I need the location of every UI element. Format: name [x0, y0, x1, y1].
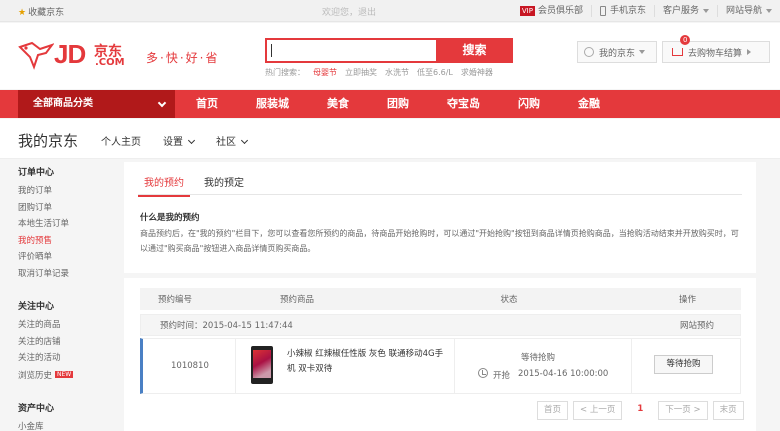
order-source: 网站预约	[679, 321, 714, 331]
order-info-bar: 预约时间：2015-04-15 11:47:44 网站预约	[140, 314, 741, 336]
top-bar: ★ 收藏京东 欢迎您，退出 VIP 会员俱乐部 手机京东 客户服务 网站导航	[0, 0, 780, 22]
header: JD 京东 .COM 多·快·好·省 搜索 热门搜索： 母婴节 立即抽奖 水洗节…	[0, 23, 780, 89]
reservation-info-panel: 我的预约 我的预定 什么是我的预约 商品预约后，在"我的预约"栏目下，您可以查看…	[124, 162, 756, 273]
column-header: 状态	[500, 295, 518, 305]
waiting-button[interactable]: 等待抢购	[654, 355, 713, 374]
table-row: 1010810 小辣椒 红辣椒任性版 灰色 联通移动4G手机 双卡双待 等待抢购…	[140, 338, 741, 394]
column-header: 操作	[678, 295, 696, 305]
pagination: 首页 < 上一页 1 下一页 > 末页	[537, 401, 744, 420]
nav-item-clothing[interactable]: 服装城	[256, 90, 289, 118]
tab-home[interactable]: 个人主页	[101, 133, 141, 148]
current-page: 1	[627, 401, 654, 420]
prev-page-button[interactable]: < 上一页	[573, 401, 623, 420]
status-text: 等待抢购	[521, 353, 556, 363]
cart-icon	[672, 48, 683, 56]
order-number[interactable]: 1010810	[171, 361, 209, 371]
user-icon	[584, 47, 594, 57]
slogan: 多·快·好·省	[146, 51, 220, 65]
product-thumbnail[interactable]	[251, 346, 273, 384]
column-header: 预约编号	[157, 295, 192, 305]
sidebar-section-title: 关注中心	[18, 302, 55, 312]
hot-keyword[interactable]: 水洗节	[385, 67, 409, 78]
next-page-button[interactable]: 下一页 >	[658, 401, 708, 420]
sidebar-section-title: 订单中心	[18, 168, 55, 178]
sitemap-menu[interactable]: 网站导航	[716, 5, 780, 17]
my-jd-nav: 个人主页 设置 社区	[101, 133, 247, 148]
community-menu[interactable]: 社区	[216, 133, 247, 148]
vip-club-link[interactable]: VIP 会员俱乐部	[512, 5, 591, 17]
text-cursor	[271, 44, 272, 57]
jd-dog-icon	[18, 41, 54, 70]
page-title[interactable]: 我的京东	[18, 130, 78, 151]
chevron-down-icon	[157, 98, 167, 108]
my-jd-subheader: 我的京东 个人主页 设置 社区	[0, 119, 780, 159]
nav-item-flash-sale[interactable]: 闪购	[518, 90, 540, 118]
sidebar: 订单中心 我的订单 团购订单 本地生活订单 我的预售 评价晒单 取消订单记录 关…	[18, 162, 118, 431]
sidebar-item-followed-events[interactable]: 关注的活动	[18, 350, 118, 367]
sidebar-item-cancelled-orders[interactable]: 取消订单记录	[18, 266, 118, 283]
new-badge: NEW	[55, 370, 74, 378]
table-header: 预约编号 预约商品 状态 操作	[140, 288, 741, 310]
divider	[138, 194, 742, 195]
last-page-button[interactable]: 末页	[712, 401, 744, 420]
nav-item-home[interactable]: 首页	[196, 90, 218, 118]
hot-keyword[interactable]: 低至6.6/L	[417, 67, 453, 78]
cart-button[interactable]: 0 去购物车结算	[662, 35, 770, 63]
main-nav: 全部商品分类 首页 服装城 美食 团购 夺宝岛 闪购 金融	[0, 90, 780, 118]
my-jd-button[interactable]: 我的京东	[577, 41, 657, 63]
chevron-down-icon	[702, 9, 709, 13]
reservation-list-panel: 预约编号 预约商品 状态 操作 预约时间：2015-04-15 11:47:44…	[124, 278, 756, 431]
cart-count-badge: 0	[680, 35, 691, 45]
customer-service-menu[interactable]: 客户服务	[653, 5, 717, 17]
hot-keyword[interactable]: 母婴节	[313, 67, 337, 78]
mobile-jd-link[interactable]: 手机京东	[590, 5, 654, 17]
first-page-button[interactable]: 首页	[537, 401, 569, 420]
nav-item-group-buy[interactable]: 团购	[387, 90, 409, 118]
sidebar-item-reviews[interactable]: 评价晒单	[18, 249, 118, 266]
clock-icon	[478, 368, 488, 378]
order-time: 预约时间：2015-04-15 11:47:44	[160, 321, 293, 331]
start-time: 2015-04-16 10:00:00	[518, 369, 609, 379]
favorite-link[interactable]: ★ 收藏京东	[18, 5, 64, 18]
settings-menu[interactable]: 设置	[163, 133, 194, 148]
start-label: 开抢	[493, 371, 511, 381]
hot-searches: 热门搜索： 母婴节 立即抽奖 水洗节 低至6.6/L 求婚神器	[265, 67, 493, 78]
faq-answer: 商品预约后，在"我的预约"栏目下，您可以查看您所预约的商品，待商品开始抢购时，可…	[140, 229, 739, 253]
sidebar-item-my-orders[interactable]: 我的订单	[18, 183, 118, 200]
vip-tag: VIP	[519, 6, 535, 16]
nav-item-treasure-island[interactable]: 夺宝岛	[447, 90, 480, 118]
divider	[235, 339, 236, 393]
search-button[interactable]: 搜索	[436, 38, 513, 63]
sidebar-item-group-orders[interactable]: 团购订单	[18, 200, 118, 217]
nav-items: 首页 服装城 美食 团购 夺宝岛 闪购 金融	[196, 90, 638, 118]
sidebar-item-local-orders[interactable]: 本地生活订单	[18, 216, 118, 233]
chevron-right-icon	[747, 49, 752, 55]
divider	[454, 339, 455, 393]
hot-keyword[interactable]: 求婚神器	[461, 67, 493, 78]
sidebar-item-browse-history[interactable]: 浏览历史 NEW	[18, 367, 118, 384]
top-nav: VIP 会员俱乐部 手机京东 客户服务 网站导航	[512, 0, 780, 22]
jd-logo[interactable]: JD 京东 .COM	[18, 37, 143, 73]
divider	[631, 339, 632, 393]
product-name[interactable]: 小辣椒 红辣椒任性版 灰色 联通移动4G手机 双卡双待	[287, 347, 449, 377]
column-header: 预约商品	[279, 295, 314, 305]
sidebar-item-small-vault[interactable]: 小金库	[18, 419, 118, 431]
sidebar-item-followed-products[interactable]: 关注的商品	[18, 317, 118, 334]
nav-item-food[interactable]: 美食	[327, 90, 349, 118]
nav-item-finance[interactable]: 金融	[578, 90, 600, 118]
faq-question: 什么是我的预约	[140, 213, 200, 223]
hot-keyword[interactable]: 立即抽奖	[345, 67, 377, 78]
login-status[interactable]: 欢迎您，退出	[322, 5, 376, 18]
sidebar-item-followed-shops[interactable]: 关注的店铺	[18, 334, 118, 351]
chevron-down-icon	[639, 50, 646, 54]
all-categories-menu[interactable]: 全部商品分类	[18, 90, 175, 118]
sidebar-section-title: 资产中心	[18, 403, 55, 414]
star-icon: ★	[18, 8, 27, 18]
phone-icon	[599, 6, 606, 16]
chevron-down-icon	[766, 9, 772, 13]
sidebar-item-my-presale[interactable]: 我的预售	[18, 233, 118, 250]
